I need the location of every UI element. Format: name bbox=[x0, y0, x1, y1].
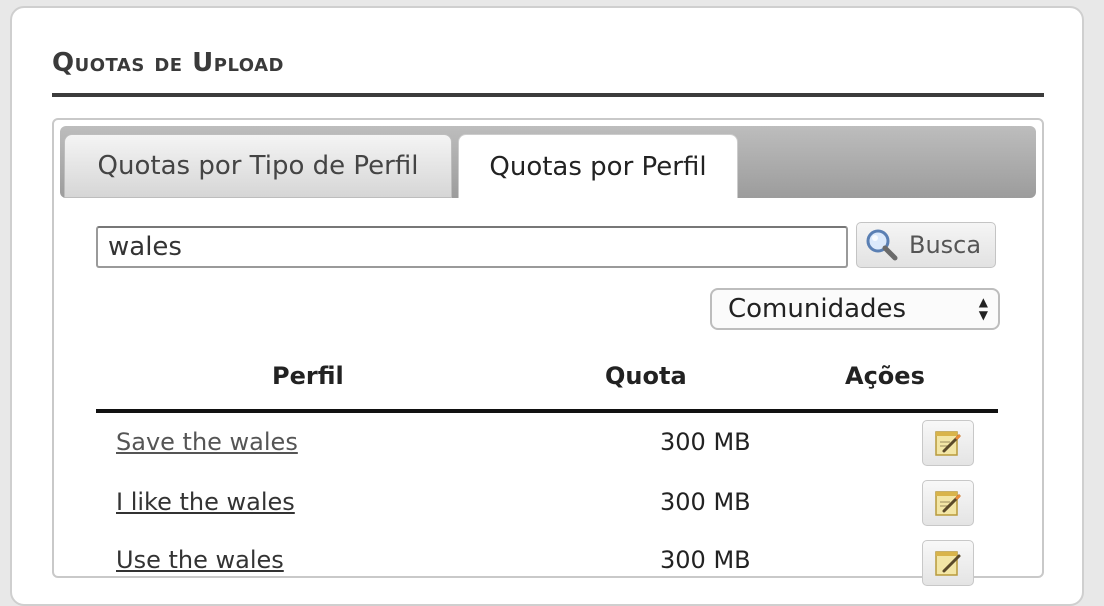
edit-button[interactable] bbox=[922, 540, 974, 586]
edit-button[interactable] bbox=[922, 420, 974, 466]
table-header-divider bbox=[96, 409, 998, 413]
column-header-actions: Ações bbox=[845, 362, 925, 390]
tab-quotas-por-perfil[interactable]: Quotas por Perfil bbox=[458, 134, 738, 198]
profile-link[interactable]: Use the wales bbox=[116, 546, 284, 574]
tab-label: Quotas por Tipo de Perfil bbox=[97, 151, 419, 181]
profile-link[interactable]: Save the wales bbox=[116, 428, 298, 456]
magnifier-icon bbox=[866, 229, 898, 261]
search-button[interactable]: Busca bbox=[856, 222, 996, 268]
quota-value: 300 MB bbox=[660, 546, 751, 574]
profile-link[interactable]: I like the wales bbox=[116, 488, 295, 516]
quota-value: 300 MB bbox=[660, 428, 751, 456]
tab-quotas-por-tipo-de-perfil[interactable]: Quotas por Tipo de Perfil bbox=[64, 134, 452, 198]
select-value: Comunidades bbox=[728, 294, 907, 324]
page-title: Quotas de Upload bbox=[52, 48, 284, 78]
tab-label: Quotas por Perfil bbox=[489, 151, 707, 182]
column-header-quota: Quota bbox=[605, 362, 687, 390]
select-arrows-icon: ▲ ▼ bbox=[978, 295, 988, 322]
column-header-profile: Perfil bbox=[272, 362, 344, 390]
search-input[interactable] bbox=[96, 226, 848, 268]
edit-icon bbox=[935, 491, 961, 516]
profile-type-select[interactable]: Comunidades ▲ ▼ bbox=[710, 288, 1000, 330]
edit-icon bbox=[935, 551, 961, 576]
search-button-label: Busca bbox=[909, 231, 982, 259]
edit-icon bbox=[935, 431, 961, 456]
quota-value: 300 MB bbox=[660, 488, 751, 516]
title-divider bbox=[52, 93, 1044, 97]
edit-button[interactable] bbox=[922, 480, 974, 526]
